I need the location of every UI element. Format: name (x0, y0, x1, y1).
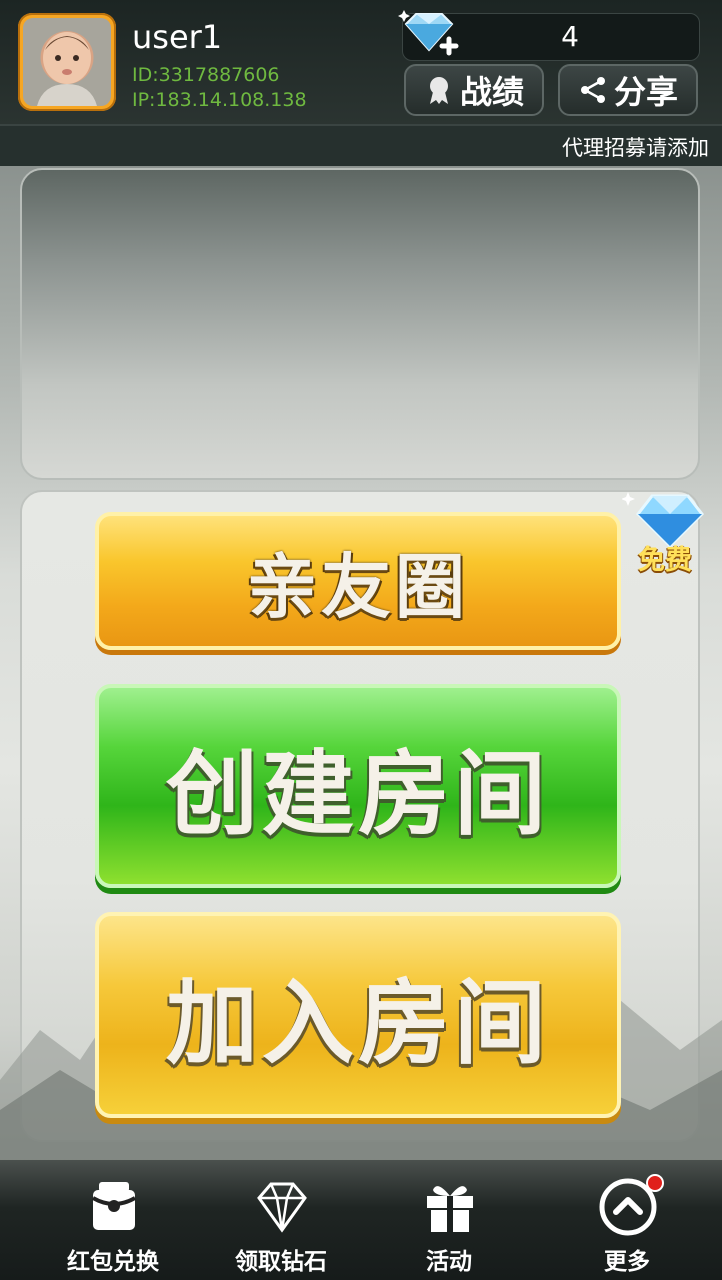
banner-panel (20, 168, 700, 480)
share-label: 分享 (613, 73, 678, 111)
user-ip: IP:183.14.108.138 (132, 89, 307, 111)
nav-label-redeem: 红包兑换 (67, 1249, 159, 1275)
username: user1 (132, 18, 223, 56)
user-id: ID:3317887606 (132, 64, 280, 86)
create-room-button[interactable]: 创建房间 (95, 684, 621, 888)
nav-more[interactable]: 更多 (552, 1170, 702, 1280)
notice-marquee: 代理招募请添加 (0, 124, 722, 166)
nav-claim-diamonds[interactable]: 领取钻石 (206, 1170, 356, 1280)
diamond-icon (257, 1182, 307, 1233)
record-label: 战绩 (459, 73, 524, 111)
avatar[interactable] (18, 13, 116, 111)
diamond-add-icon[interactable] (398, 6, 460, 62)
nav-label-activity: 活动 (426, 1249, 472, 1275)
gift-icon (427, 1186, 473, 1232)
share-button[interactable]: 分享 (558, 64, 698, 116)
red-packet-icon (92, 1182, 136, 1230)
diamond-count: 4 (561, 20, 579, 53)
nav-activity[interactable]: 活动 (374, 1170, 524, 1280)
friend-circle-button[interactable]: 亲友圈 (95, 512, 621, 650)
share-icon (580, 77, 605, 103)
join-room-button[interactable]: 加入房间 (95, 912, 621, 1118)
free-label: 免费 (638, 545, 692, 576)
nav-label-diamonds: 领取钻石 (235, 1249, 327, 1275)
record-button[interactable]: 战绩 (404, 64, 544, 116)
nav-red-packet-redeem[interactable]: 红包兑换 (38, 1170, 188, 1280)
notification-dot (646, 1174, 664, 1192)
medal-icon (429, 77, 448, 104)
notice-text: 代理招募请添加 (562, 136, 709, 160)
avatar-photo (23, 18, 111, 106)
nav-label-more: 更多 (604, 1249, 650, 1275)
